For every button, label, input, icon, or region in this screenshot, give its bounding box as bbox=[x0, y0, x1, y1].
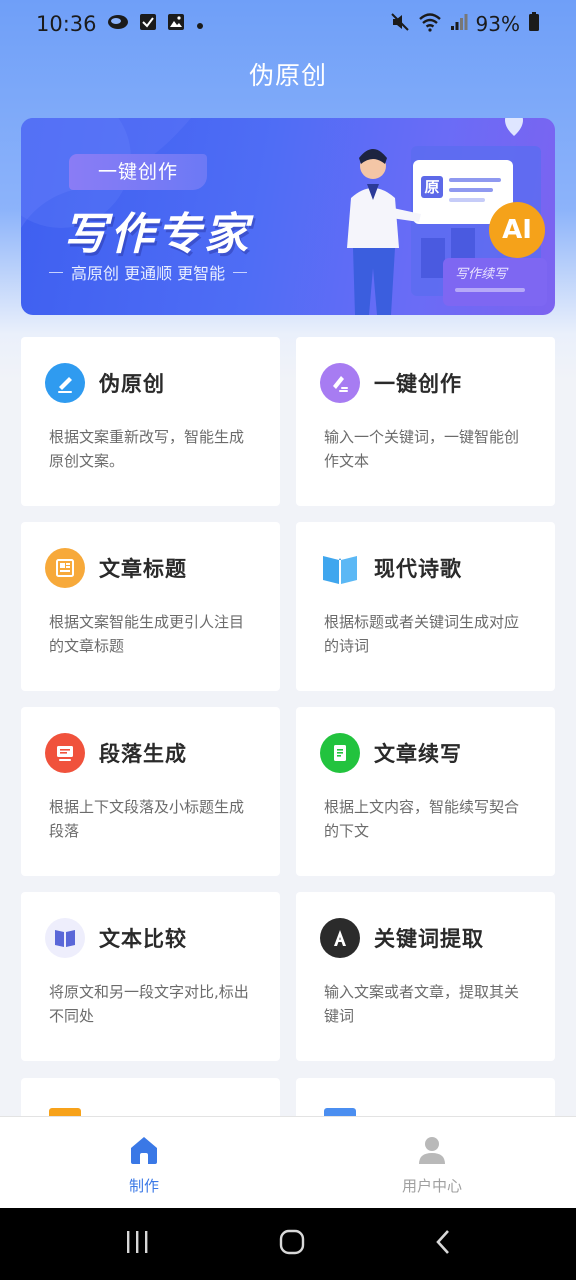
signal-icon bbox=[450, 12, 468, 36]
card-title: 现代诗歌 bbox=[374, 557, 462, 581]
card-desc: 根据文案智能生成更引人注目的文章标题 bbox=[49, 613, 245, 655]
document-icon bbox=[320, 733, 360, 773]
home-button-icon[interactable] bbox=[278, 1228, 306, 1260]
banner-subtitle-text: 高原创 更通顺 更智能 bbox=[71, 264, 226, 283]
battery-percent: 93% bbox=[475, 12, 520, 36]
wifi-icon bbox=[418, 12, 442, 37]
tab-label: 制作 bbox=[128, 1177, 159, 1195]
image-icon bbox=[167, 12, 185, 36]
system-navigation-bar bbox=[0, 1208, 576, 1280]
battery-icon bbox=[528, 11, 540, 37]
card-paragraph-generate[interactable]: 段落生成 根据上下文段落及小标题生成段落 bbox=[21, 707, 280, 876]
banner-tag: 一键创作 bbox=[69, 154, 207, 190]
compare-book-icon bbox=[45, 918, 85, 958]
card-modern-poetry[interactable]: 现代诗歌 根据标题或者关键词生成对应的诗词 bbox=[296, 522, 555, 691]
letter-a-icon bbox=[320, 918, 360, 958]
card-desc: 根据标题或者关键词生成对应的诗词 bbox=[324, 613, 520, 655]
page-title: 伪原创 bbox=[248, 61, 327, 90]
check-square-icon bbox=[139, 12, 157, 36]
continue-label: 写作续写 bbox=[455, 267, 508, 282]
tab-make[interactable]: 制作 bbox=[0, 1117, 288, 1208]
card-title: 一键创作 bbox=[374, 372, 462, 396]
card-partial-left[interactable] bbox=[21, 1078, 280, 1118]
card-desc: 根据文案重新改写，智能生成原创文案。 bbox=[49, 428, 245, 470]
card-text-compare[interactable]: 文本比较 将原文和另一段文字对比,标出不同处 bbox=[21, 892, 280, 1061]
feature-grid: 伪原创 根据文案重新改写，智能生成原创文案。 一键创作 输入一个关键词，一键智能… bbox=[21, 337, 555, 1061]
status-bar: 10:36 93% bbox=[0, 0, 576, 48]
card-desc: 输入文案或者文章，提取其关键词 bbox=[324, 983, 520, 1025]
card-desc: 输入一个关键词，一键智能创作文本 bbox=[324, 428, 520, 470]
card-desc: 根据上文内容，智能续写契合的下文 bbox=[324, 798, 520, 840]
card-title: 文本比较 bbox=[99, 927, 187, 951]
card-title: 段落生成 bbox=[99, 742, 187, 766]
card-article-title[interactable]: 文章标题 根据文案智能生成更引人注目的文章标题 bbox=[21, 522, 280, 691]
card-title: 关键词提取 bbox=[374, 927, 484, 951]
card-article-continue[interactable]: 文章续写 根据上文内容，智能续写契合的下文 bbox=[296, 707, 555, 876]
book-open-icon bbox=[320, 548, 360, 588]
card-title: 文章标题 bbox=[99, 557, 187, 581]
banner-illustration: 原 AI 写作续写 bbox=[321, 118, 555, 315]
card-rewrite[interactable]: 伪原创 根据文案重新改写，智能生成原创文案。 bbox=[21, 337, 280, 506]
promo-banner[interactable]: 一键创作 写作专家 高原创 更通顺 更智能 原 AI 写作续写 bbox=[21, 118, 555, 315]
card-desc: 根据上下文段落及小标题生成段落 bbox=[49, 798, 245, 840]
ai-badge: AI bbox=[502, 215, 532, 245]
card-title: 文章续写 bbox=[374, 742, 462, 766]
monitor-icon bbox=[45, 733, 85, 773]
mute-icon bbox=[390, 12, 410, 37]
card-one-click-create[interactable]: 一键创作 输入一个关键词，一键智能创作文本 bbox=[296, 337, 555, 506]
chat-bubble-icon bbox=[107, 12, 129, 36]
tab-label: 用户中心 bbox=[401, 1177, 462, 1195]
doc-label: 原 bbox=[424, 178, 440, 196]
banner-headline: 写作专家 bbox=[63, 209, 251, 260]
card-title: 伪原创 bbox=[99, 372, 165, 396]
user-icon bbox=[417, 1135, 447, 1169]
card-partial-right[interactable] bbox=[296, 1078, 555, 1118]
recent-apps-icon[interactable] bbox=[123, 1229, 151, 1259]
home-icon bbox=[128, 1135, 160, 1169]
newspaper-icon bbox=[45, 548, 85, 588]
pen-write-icon bbox=[320, 363, 360, 403]
banner-subtitle: 高原创 更通顺 更智能 bbox=[49, 260, 274, 284]
back-icon[interactable] bbox=[433, 1228, 453, 1260]
feature-grid-next-row bbox=[21, 1078, 555, 1118]
tab-user-center[interactable]: 用户中心 bbox=[288, 1117, 576, 1208]
dot-icon bbox=[195, 12, 205, 36]
bottom-tab-bar: 制作 用户中心 bbox=[0, 1116, 576, 1208]
card-desc: 将原文和另一段文字对比,标出不同处 bbox=[49, 983, 249, 1025]
pencil-icon bbox=[45, 363, 85, 403]
card-keyword-extract[interactable]: 关键词提取 输入文案或者文章，提取其关键词 bbox=[296, 892, 555, 1061]
status-time: 10:36 bbox=[36, 12, 97, 36]
